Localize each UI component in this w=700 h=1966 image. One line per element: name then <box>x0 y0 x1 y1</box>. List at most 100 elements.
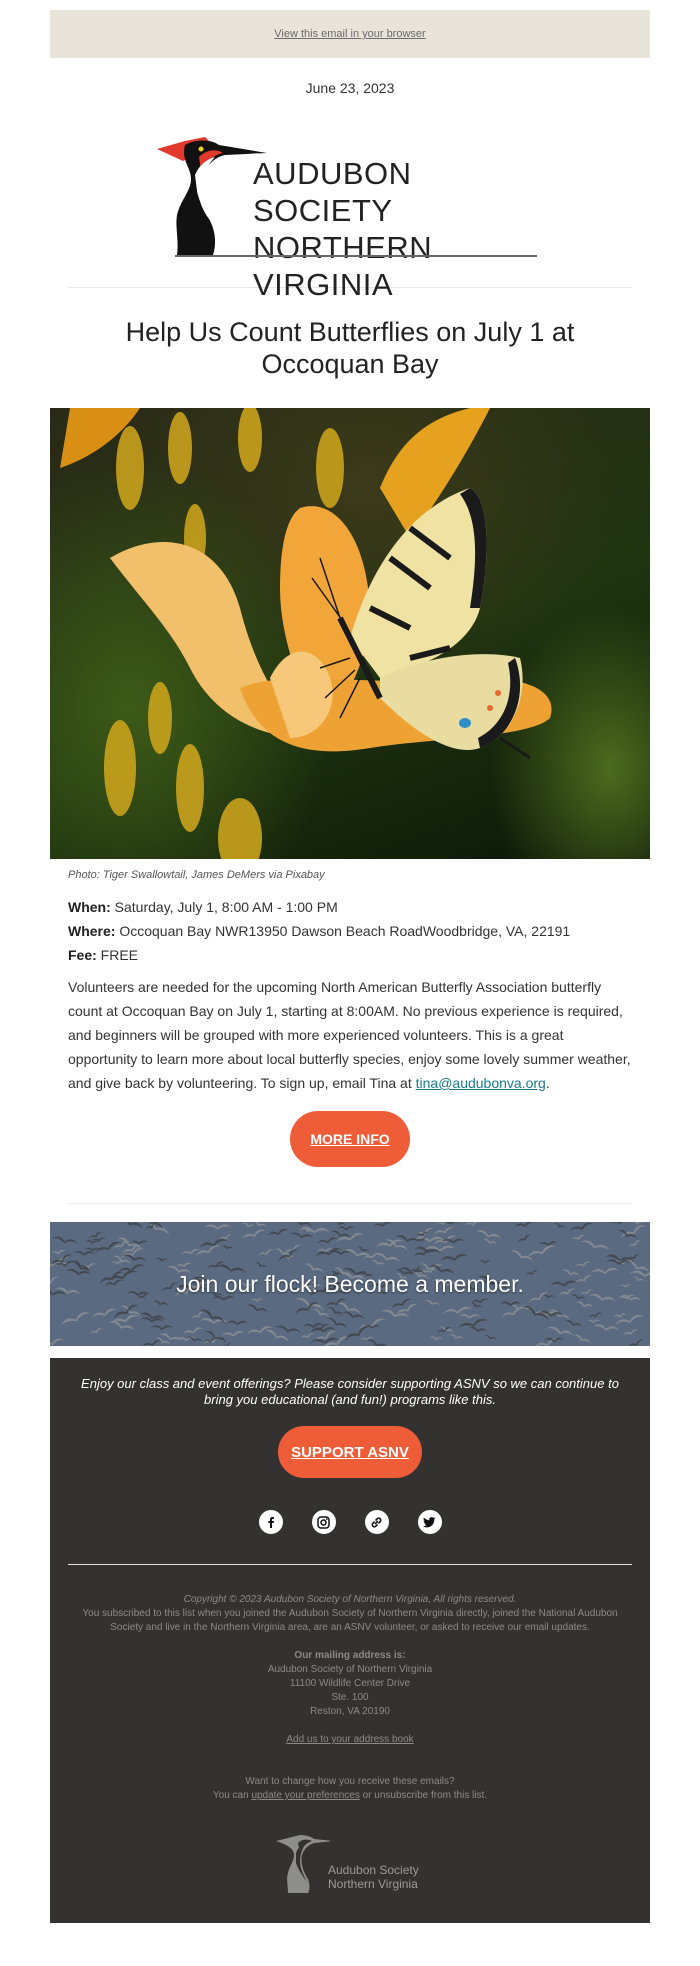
logo-underline <box>175 255 537 257</box>
footer-logo[interactable]: Audubon Society Northern Virginia <box>68 1833 632 1893</box>
flock-bird-shape <box>341 1311 365 1320</box>
flock-bird-shape <box>226 1320 248 1326</box>
flock-bird-shape <box>394 1235 420 1243</box>
flock-bird-shape <box>632 1276 645 1282</box>
more-info-button[interactable]: MORE INFO <box>290 1111 410 1167</box>
flock-bird-shape <box>195 1245 221 1257</box>
twitter-icon <box>423 1517 436 1528</box>
flock-bird-shape <box>575 1275 593 1284</box>
flock-bird-shape <box>221 1330 246 1337</box>
flock-bird-shape <box>468 1326 488 1333</box>
flock-bird-shape <box>623 1329 639 1336</box>
flock-bird-shape <box>275 1325 301 1334</box>
mailing-address: Our mailing address is: Audubon Society … <box>68 1649 632 1719</box>
flock-bird-shape <box>221 1342 233 1346</box>
flock-bird-shape <box>525 1270 539 1276</box>
support-asnv-button[interactable]: SUPPORT ASNV <box>278 1426 422 1478</box>
logo-wordmark: AUDUBON SOCIETY NORTHERN VIRGINIA <box>253 155 545 303</box>
footer-divider <box>68 1564 632 1565</box>
flock-bird-shape <box>332 1222 347 1226</box>
header-logo[interactable]: AUDUBON SOCIETY NORTHERN VIRGINIA <box>50 135 650 302</box>
flock-bird-shape <box>592 1324 620 1331</box>
flock-bird-shape <box>221 1245 234 1250</box>
flock-bird-shape <box>73 1250 96 1256</box>
woodpecker-logo-icon <box>276 1835 330 1893</box>
instagram-link[interactable] <box>311 1510 336 1534</box>
support-pitch: Enjoy our class and event offerings? Ple… <box>81 1376 619 1407</box>
logo-line-1: AUDUBON SOCIETY <box>253 156 412 228</box>
flock-bird-shape <box>564 1320 583 1328</box>
flock-bird-shape <box>534 1338 561 1346</box>
update-preferences-link[interactable]: update your preferences <box>251 1790 359 1801</box>
flock-bird-shape <box>181 1248 201 1255</box>
membership-banner-text: Join our flock! Become a member. <box>176 1270 524 1297</box>
flock-bird-shape <box>499 1301 522 1307</box>
flock-bird-shape <box>258 1249 275 1256</box>
flock-bird-shape <box>424 1299 440 1306</box>
legal-text: Copyright © 2023 Audubon Society of Nort… <box>68 1593 632 1803</box>
address-line: Audubon Society of Northern Virginia <box>267 1664 433 1675</box>
event-details: When: Saturday, July 1, 8:00 AM - 1:00 P… <box>68 895 632 967</box>
flock-bird-shape <box>50 1276 60 1288</box>
flock-bird-shape <box>465 1222 480 1226</box>
flock-bird-shape <box>588 1312 603 1318</box>
flock-bird-shape <box>569 1222 594 1232</box>
footer: Enjoy our class and event offerings? Ple… <box>50 1358 650 1923</box>
flock-bird-shape <box>611 1222 629 1225</box>
flock-bird-shape <box>542 1294 555 1299</box>
flock-bird-shape <box>176 1262 192 1268</box>
flock-bird-shape <box>630 1222 645 1225</box>
flock-bird-shape <box>528 1292 549 1304</box>
facebook-icon <box>267 1517 274 1528</box>
flock-bird-shape <box>337 1226 356 1231</box>
flock-bird-shape <box>588 1293 616 1302</box>
flock-bird-shape <box>484 1334 497 1340</box>
flock-bird-shape <box>104 1279 125 1287</box>
flock-bird-shape <box>250 1298 264 1303</box>
flock-bird-shape <box>61 1312 91 1326</box>
flock-bird-shape <box>117 1222 143 1229</box>
view-in-browser-link[interactable]: View this email in your browser <box>274 28 425 40</box>
address-line: 11100 Wildlife Center Drive <box>289 1678 411 1689</box>
link-icon <box>371 1516 382 1528</box>
website-link[interactable] <box>364 1510 389 1534</box>
flock-bird-shape <box>90 1327 103 1335</box>
flock-bird-shape <box>475 1229 502 1240</box>
photo-caption: Photo: Tiger Swallowtail, James DeMers v… <box>68 869 325 881</box>
flock-bird-shape <box>587 1319 601 1324</box>
flock-bird-shape <box>501 1307 526 1319</box>
email-date: June 23, 2023 <box>305 80 395 96</box>
flock-bird-shape <box>571 1294 586 1300</box>
flock-bird-shape <box>590 1267 620 1274</box>
address-line: Reston, VA 20190 <box>310 1706 390 1717</box>
flock-bird-shape <box>573 1334 591 1344</box>
flock-bird-shape <box>629 1270 650 1277</box>
add-to-address-book-link[interactable]: Add us to your address book <box>286 1734 413 1745</box>
flock-bird-shape <box>478 1260 492 1264</box>
flock-bird-shape <box>628 1339 644 1346</box>
event-where: Where: Occoquan Bay NWR13950 Dawson Beac… <box>68 923 571 939</box>
event-when: When: Saturday, July 1, 8:00 AM - 1:00 P… <box>68 899 338 915</box>
photo-illustration <box>60 408 552 859</box>
facebook-link[interactable] <box>258 1510 283 1534</box>
twitter-link[interactable] <box>417 1510 442 1534</box>
flock-bird-shape <box>559 1288 576 1296</box>
flock-bird-shape <box>561 1269 580 1277</box>
address-line: Ste. 100 <box>331 1692 369 1703</box>
flock-bird-shape <box>325 1298 347 1308</box>
flock-bird-shape <box>204 1330 227 1344</box>
flock-bird-shape <box>50 1338 65 1346</box>
flock-bird-shape <box>327 1307 344 1317</box>
membership-banner[interactable]: Join our flock! Become a member. <box>50 1222 650 1346</box>
flock-bird-shape <box>316 1237 339 1244</box>
event-fee: Fee: FREE <box>68 947 139 963</box>
flock-bird-shape <box>330 1250 351 1256</box>
flock-bird-shape <box>580 1289 593 1295</box>
email-tina-link[interactable]: tina@audubonva.org <box>416 1075 546 1091</box>
flock-bird-shape <box>254 1262 268 1269</box>
flock-bird-shape <box>440 1254 469 1262</box>
flock-bird-shape <box>241 1229 267 1240</box>
flock-bird-shape <box>204 1224 232 1230</box>
flock-bird-shape <box>628 1240 642 1248</box>
flock-bird-shape <box>322 1336 351 1346</box>
